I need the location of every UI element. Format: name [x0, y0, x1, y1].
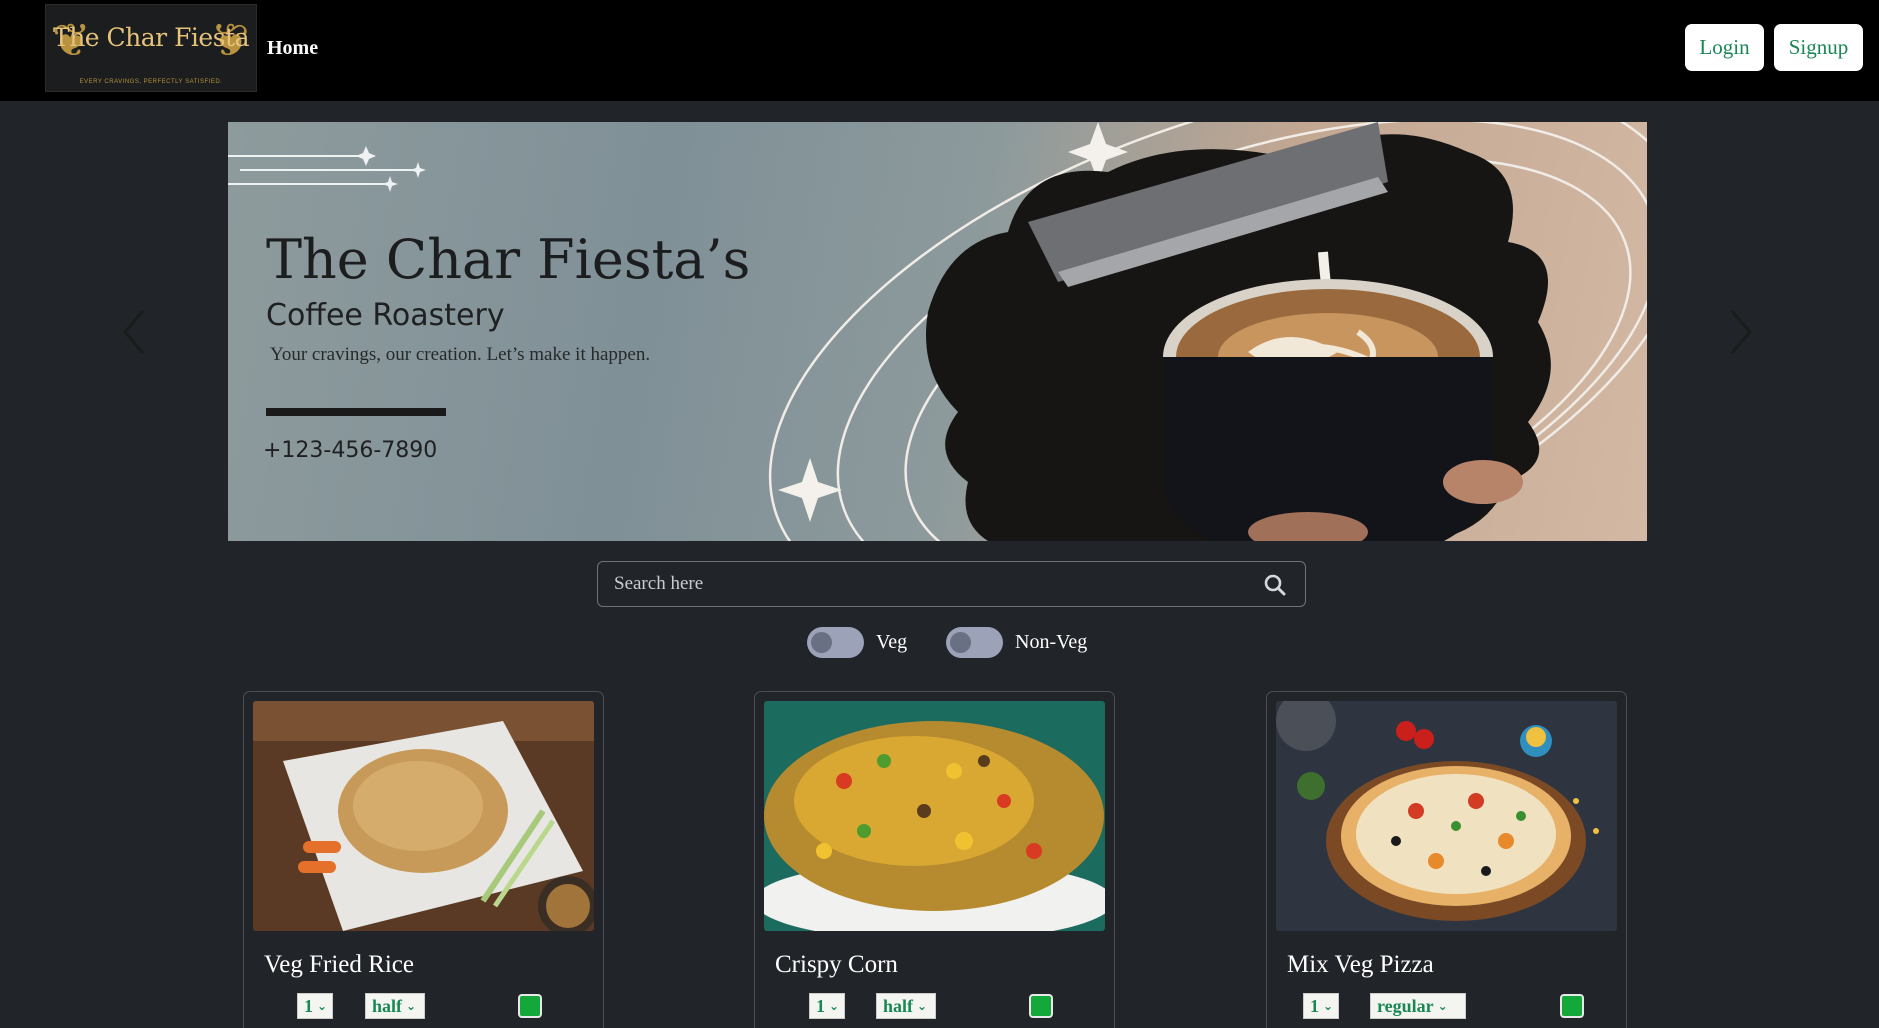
hero-title: The Char Fiesta’s	[266, 228, 751, 291]
nav-home-link[interactable]: Home	[267, 37, 318, 60]
add-checkbox[interactable]	[518, 994, 542, 1018]
navbar: ❦ ❦ The Char Fiesta EVERY CRAVINGS, PERF…	[0, 0, 1879, 101]
veg-filter: Veg	[807, 627, 907, 658]
food-image	[764, 701, 1105, 931]
nonveg-label: Non-Veg	[1015, 631, 1088, 653]
search-input[interactable]	[598, 562, 1238, 606]
search-icon[interactable]	[1263, 573, 1287, 597]
add-checkbox[interactable]	[1560, 994, 1584, 1018]
food-title: Veg Fried Rice	[264, 951, 414, 978]
add-checkbox[interactable]	[1029, 994, 1053, 1018]
food-card: Crispy Corn 1 ⌄ half ⌄	[754, 691, 1115, 1028]
hero-tagline: Your cravings, our creation. Let’s make …	[270, 344, 651, 365]
logo-tagline: EVERY CRAVINGS, PERFECTLY SATISFIED.	[79, 79, 223, 85]
veg-label: Veg	[876, 631, 908, 653]
logo-text: The Char Fiesta	[53, 23, 249, 52]
size-select[interactable]: half ⌄	[365, 993, 425, 1019]
hero-phone: +123-456-7890	[263, 438, 438, 463]
food-title: Crispy Corn	[775, 951, 898, 978]
size-select[interactable]: half ⌄	[876, 993, 936, 1019]
hero-divider	[266, 408, 446, 416]
quantity-select[interactable]: 1 ⌄	[297, 993, 333, 1019]
hero-subtitle: Coffee Roastery	[266, 298, 505, 333]
search-bar	[597, 561, 1306, 607]
food-title: Mix Veg Pizza	[1287, 951, 1434, 978]
hero-carousel: The Char Fiesta’s Coffee Roastery Your c…	[228, 122, 1647, 541]
veg-toggle[interactable]	[807, 627, 864, 658]
brand-logo[interactable]: ❦ ❦ The Char Fiesta EVERY CRAVINGS, PERF…	[45, 4, 257, 92]
quantity-select[interactable]: 1 ⌄	[1303, 993, 1339, 1019]
chevron-left-icon[interactable]	[115, 307, 155, 357]
nonveg-filter: Non-Veg	[946, 627, 1087, 658]
food-card: Veg Fried Rice 1 ⌄ half ⌄	[243, 691, 604, 1028]
size-select[interactable]: regular ⌄	[1370, 993, 1466, 1019]
food-image	[1276, 701, 1617, 931]
quantity-select[interactable]: 1 ⌄	[809, 993, 845, 1019]
signup-button[interactable]: Signup	[1774, 24, 1863, 71]
login-button[interactable]: Login	[1685, 24, 1764, 71]
chevron-right-icon[interactable]	[1720, 307, 1760, 357]
nonveg-toggle[interactable]	[946, 627, 1003, 658]
food-image	[253, 701, 594, 931]
food-card: Mix Veg Pizza 1 ⌄ regular ⌄	[1266, 691, 1627, 1028]
